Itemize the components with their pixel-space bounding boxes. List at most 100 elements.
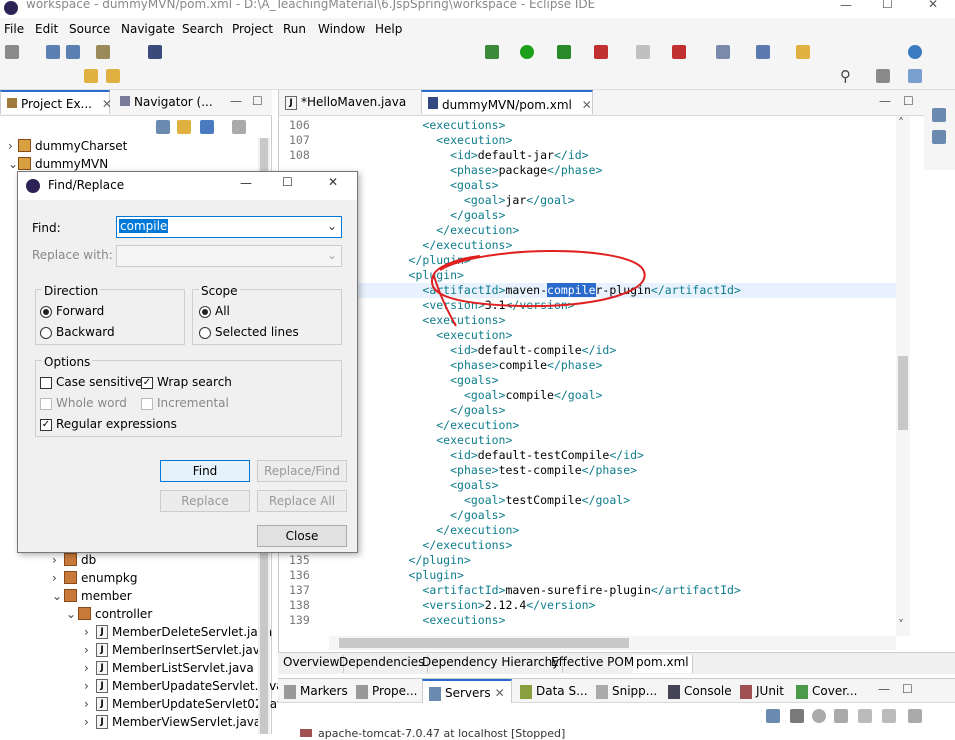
code-line[interactable]: <goals> [279,373,896,388]
checkmark-icon[interactable]: ✓ [40,418,52,431]
chevron-right-icon[interactable]: › [8,139,18,153]
chevron-down-icon[interactable]: ⌄ [8,157,18,171]
tab-coverage[interactable]: Cover... [790,679,863,703]
radio-icon[interactable] [40,326,52,339]
perspective-icon[interactable] [876,69,890,83]
start-server-icon[interactable] [812,709,826,723]
tab-hellomaven[interactable]: J *HelloMaven.java [279,90,419,114]
external-tools-icon[interactable] [594,45,608,59]
filter-icon[interactable] [200,120,214,134]
open-folder-icon[interactable] [796,45,810,59]
replace-button[interactable]: Replace [160,490,250,512]
chevron-down-icon[interactable]: ⌄ [327,248,337,262]
stop-server-icon[interactable] [858,709,872,723]
code-line[interactable]: </goals> [279,208,896,223]
tree-item-file[interactable]: › J MemberViewServlet.java [84,714,261,729]
new-icon[interactable] [5,45,19,59]
tree-item-file[interactable]: › J MemberInsertServlet.java [84,642,267,657]
view-menu-icon[interactable] [908,709,922,723]
replace-combo[interactable]: ⌄ [116,245,342,267]
menu-file[interactable]: File [4,22,24,36]
task-list-icon[interactable] [932,130,946,144]
collapse-icon[interactable] [766,709,780,723]
forward-radio[interactable]: Forward [40,304,104,318]
chevron-right-icon[interactable]: › [84,715,96,729]
wrap-search-checkbox[interactable]: ✓ Wrap search [141,375,232,389]
code-line[interactable]: <goal>testCompile</goal> [279,493,896,508]
tab-dependencies[interactable]: Dependencies [336,655,429,673]
replace-find-button[interactable]: Replace/Find [257,460,347,482]
whole-word-checkbox[interactable]: Whole word [40,396,127,410]
chevron-right-icon[interactable]: › [84,679,96,693]
chevron-down-icon[interactable]: ⌄ [66,607,78,621]
new-wizard-icon[interactable] [716,45,730,59]
minimize-view-icon[interactable]: — [230,94,242,108]
code-line[interactable]: </execution> [279,523,896,538]
chevron-right-icon[interactable]: › [52,553,64,567]
save-all-icon[interactable] [66,45,80,59]
tab-servers[interactable]: Servers ✕ [422,679,512,703]
tree-item-file[interactable]: › J MemberDeleteServlet.java [84,624,272,639]
tree-item-member[interactable]: ⌄ member [52,588,132,603]
chevron-right-icon[interactable]: › [84,697,96,711]
code-line[interactable]: 136 <plugin> [279,568,896,583]
code-line[interactable]: 108 <id>default-jar</id> [279,148,896,163]
code-line[interactable]: 107 <execution> [279,133,896,148]
maximize-icon[interactable]: ☐ [882,0,893,11]
tab-pom-xml-source[interactable]: pom.xml [633,655,693,673]
tree-item-dummycharset[interactable]: › dummyCharset [8,138,127,153]
replace-all-button[interactable]: Replace All [257,490,347,512]
code-line[interactable]: </execution> [279,223,896,238]
checkmark-icon[interactable]: ✓ [141,376,153,389]
chevron-up-icon[interactable]: ˄ [898,116,904,130]
java-ee-perspective-icon[interactable] [908,69,922,83]
tab-overview[interactable]: Overview [280,655,344,673]
tab-navigator[interactable]: Navigator (... [114,90,224,114]
minimize-icon[interactable]: — [840,0,852,12]
menu-navigate[interactable]: Navigate [121,22,175,36]
chevron-down-icon[interactable]: ⌄ [52,589,64,603]
tab-pom-xml[interactable]: dummyMVN/pom.xml ✕ [421,90,593,114]
tab-project-explorer[interactable]: Project Ex... ✕ [0,90,112,114]
code-line[interactable]: <execution> [279,433,896,448]
server-icon[interactable] [672,45,686,59]
tree-item-file[interactable]: › J MemberListServlet.java [84,660,254,675]
find-combo[interactable]: compile ⌄ [116,216,342,238]
tree-item-db[interactable]: › db [52,552,96,567]
maximize-icon[interactable]: ☐ [282,175,293,189]
backward-radio[interactable]: Backward [40,325,115,339]
code-line[interactable]: 139 <executions> [279,613,896,628]
scrollbar-thumb[interactable] [898,356,908,430]
code-view[interactable]: 106 <executions> 107 <execution> 108 <id>d… [279,116,899,628]
tab-markers[interactable]: Markers [278,679,354,703]
menu-window[interactable]: Window [318,22,365,36]
code-line[interactable]: </executions> [279,538,896,553]
code-line[interactable]: 138 <version>2.12.4</version> [279,598,896,613]
minimize-editor-icon[interactable]: — [879,94,891,108]
menu-source[interactable]: Source [69,22,110,36]
chevron-down-icon[interactable]: ˅ [898,618,904,632]
case-sensitive-checkbox[interactable]: Case sensitive [40,375,143,389]
save-icon[interactable] [46,45,60,59]
console-icon[interactable] [148,45,162,59]
maximize-editor-icon[interactable]: ☐ [903,94,914,108]
close-tab-icon[interactable]: ✕ [495,686,505,700]
back-icon[interactable] [84,69,98,83]
tree-item-enumpkg[interactable]: › enumpkg [52,570,137,585]
menu-help[interactable]: Help [375,22,402,36]
build-icon[interactable] [96,45,110,59]
chevron-right-icon[interactable]: › [84,625,96,639]
menu-run[interactable]: Run [283,22,306,36]
tab-junit[interactable]: JUnit [734,679,790,703]
menu-project[interactable]: Project [232,22,273,36]
find-input[interactable]: compile [119,219,169,233]
close-tab-icon[interactable]: ✕ [582,98,592,112]
code-line[interactable]: <phase>compile</phase> [279,358,896,373]
menu-search[interactable]: Search [182,22,223,36]
chevron-right-icon[interactable]: › [52,571,64,585]
code-line[interactable]: <id>default-compile</id> [279,343,896,358]
search-icon[interactable]: ⚲ [840,67,851,85]
tab-effective-pom[interactable]: Effective POM [548,655,639,673]
checkbox-icon[interactable] [141,397,153,410]
run-icon[interactable] [520,45,534,59]
